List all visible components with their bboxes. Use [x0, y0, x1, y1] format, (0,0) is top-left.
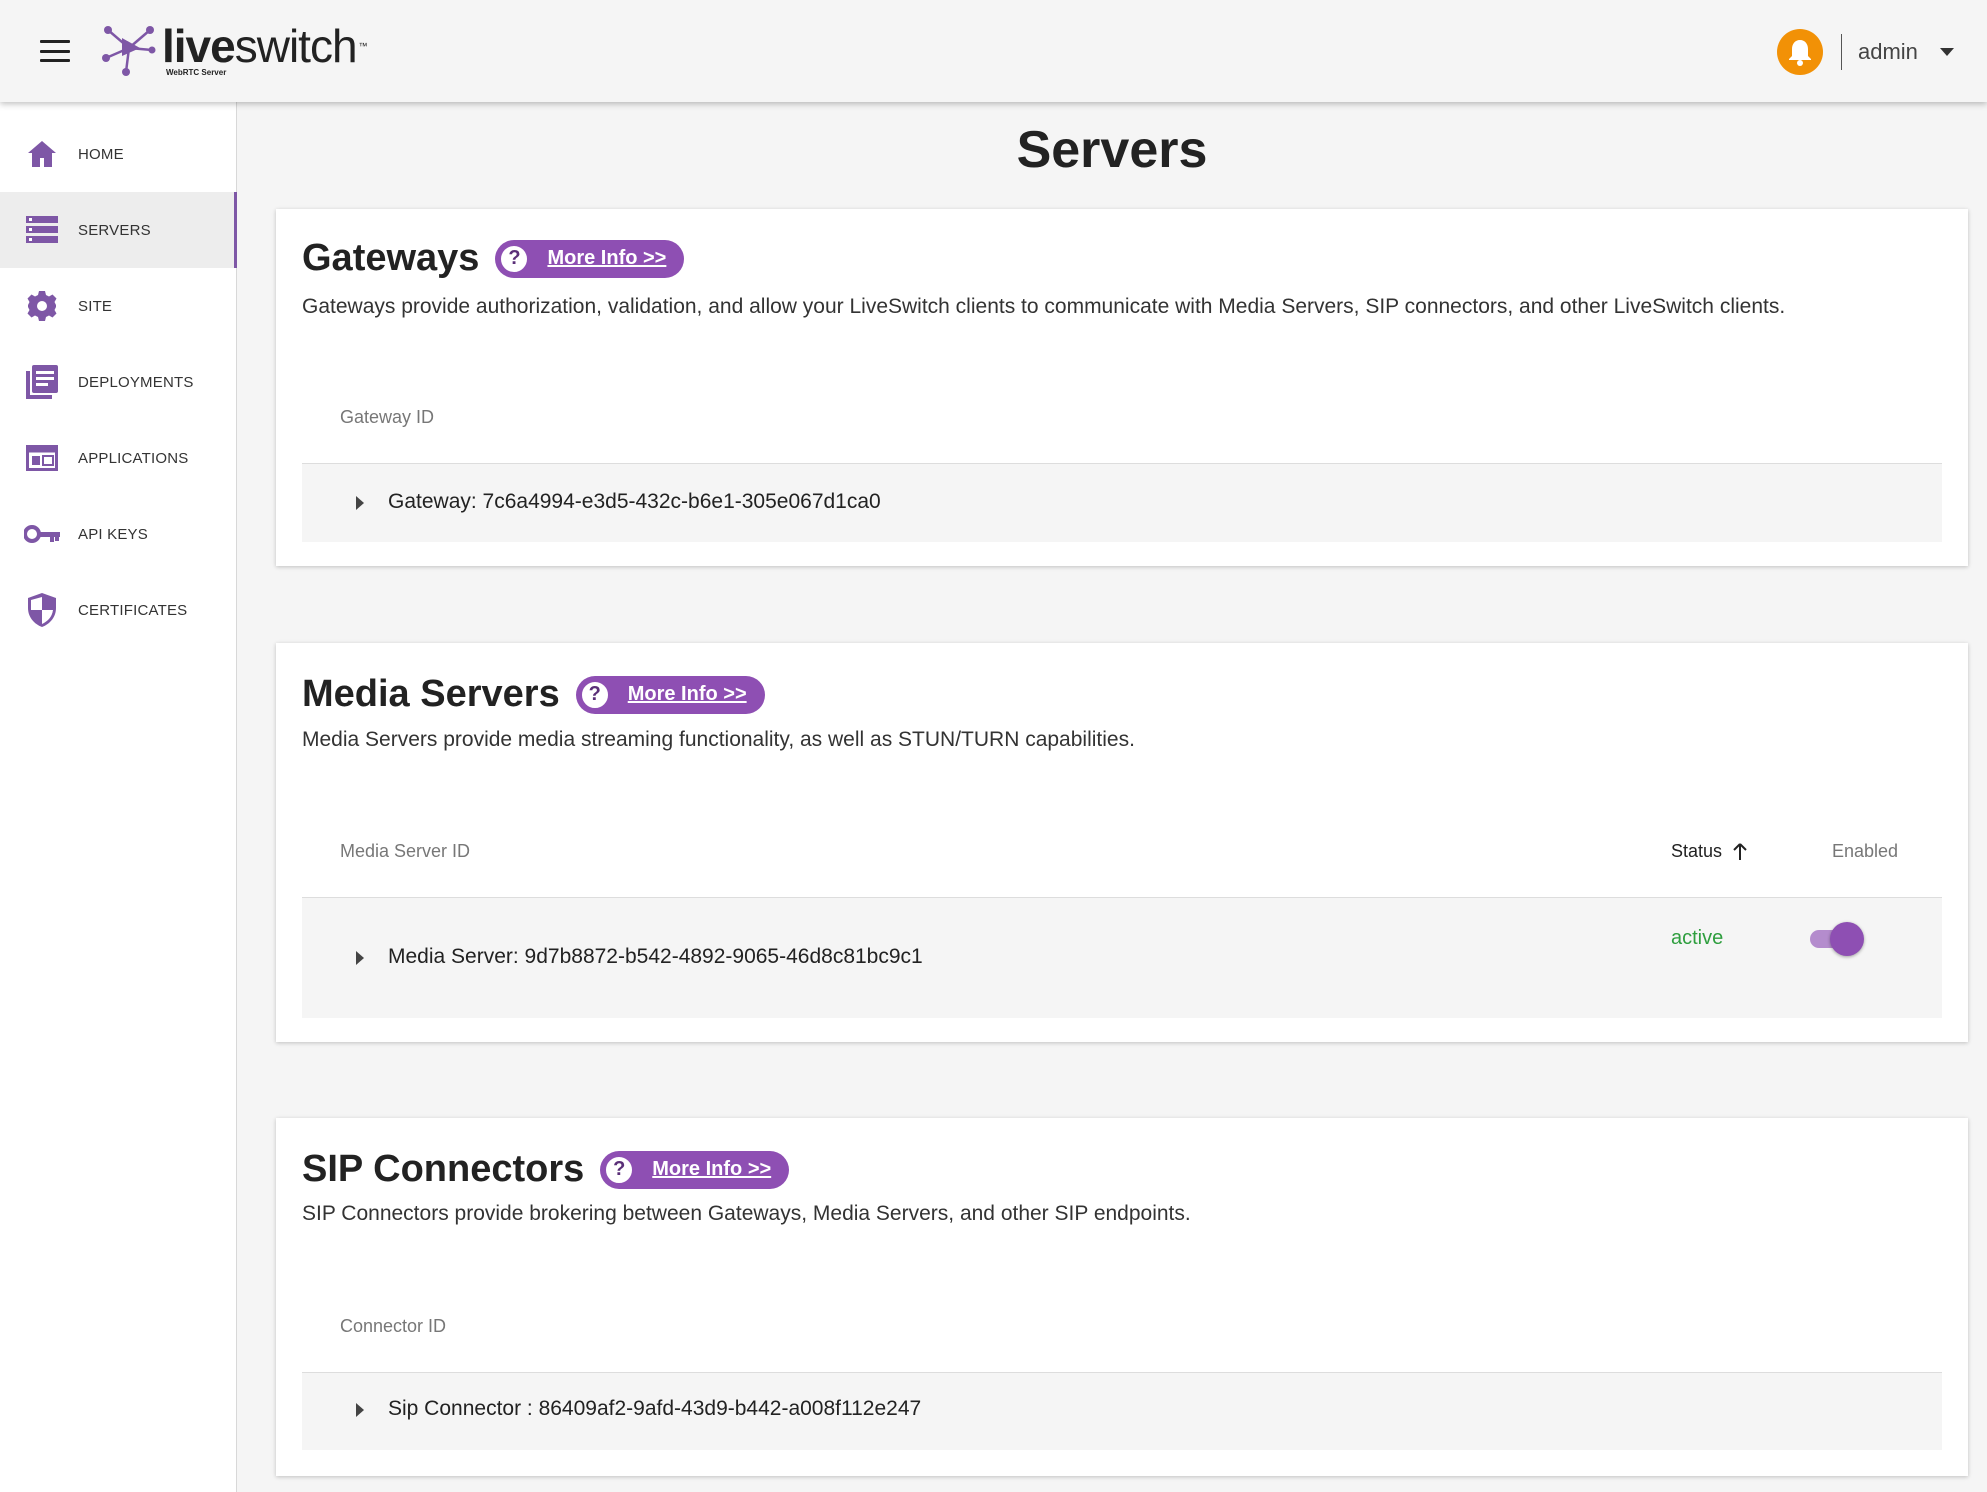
gateways-card: Gateways ? More Info >> Gateways provide…	[276, 209, 1968, 566]
enabled-column-header[interactable]: Enabled	[1832, 841, 1898, 862]
logo-wordmark: liveswitch ™	[162, 20, 368, 72]
sidebar-item-applications[interactable]: APPLICATIONS	[0, 420, 237, 496]
user-menu-dropdown-icon[interactable]	[1940, 48, 1954, 56]
connector-id-column-header[interactable]: Connector ID	[340, 1316, 446, 1337]
sidebar-item-deployments[interactable]: DEPLOYMENTS	[0, 344, 237, 420]
menu-icon[interactable]	[40, 40, 70, 62]
shield-icon	[24, 592, 60, 628]
sip-connectors-card-header: SIP Connectors ? More Info >>	[302, 1148, 790, 1191]
help-icon: ?	[499, 243, 530, 274]
status-column-header[interactable]: Status	[1671, 841, 1747, 862]
user-menu-label[interactable]: admin	[1858, 39, 1918, 65]
deployments-icon	[24, 364, 60, 400]
status-badge: active	[1671, 927, 1724, 949]
sidebar-nav: HOME SERVERS SITE DEPLOYMENTS APPLICATIO…	[0, 102, 237, 1492]
sidebar-item-api-keys[interactable]: API KEYS	[0, 496, 237, 572]
page-title: Servers	[1016, 121, 1208, 179]
liveswitch-logo[interactable]: liveswitch ™ WebRTC Server	[100, 20, 368, 80]
more-info-link: More Info >>	[547, 247, 667, 269]
sidebar-item-label: API KEYS	[78, 525, 148, 543]
app-header: liveswitch ™ WebRTC Server admin	[0, 0, 1987, 102]
sidebar-item-label: CERTIFICATES	[78, 601, 188, 619]
sidebar-item-site[interactable]: SITE	[0, 268, 237, 344]
sidebar-item-label: APPLICATIONS	[78, 449, 189, 467]
sidebar-item-label: SITE	[78, 297, 113, 315]
gateways-title: Gateways	[302, 237, 480, 279]
header-divider	[1841, 34, 1842, 70]
sidebar-item-label: SERVERS	[78, 221, 151, 239]
expand-arrow-icon[interactable]	[356, 951, 364, 965]
gateway-row[interactable]: Gateway: 7c6a4994-e3d5-432c-b6e1-305e067…	[302, 464, 1942, 542]
status-column-label: Status	[1671, 841, 1723, 861]
gateway-row-label: Gateway: 7c6a4994-e3d5-432c-b6e1-305e067…	[388, 490, 881, 513]
sip-connector-row[interactable]: Sip Connector : 86409af2-9afd-43d9-b442-…	[302, 1373, 1942, 1450]
sip-connectors-card: SIP Connectors ? More Info >> SIP Connec…	[276, 1118, 1968, 1476]
gateways-description: Gateways provide authorization, validati…	[302, 295, 1786, 318]
sort-ascending-icon	[1733, 843, 1747, 861]
enabled-toggle[interactable]	[1808, 922, 1864, 956]
more-info-link: More Info >>	[627, 683, 747, 705]
sidebar-item-servers[interactable]: SERVERS	[0, 192, 237, 268]
sip-connectors-more-info-button[interactable]: ? More Info >>	[600, 1150, 790, 1189]
logo-mark-icon	[102, 26, 156, 76]
gateway-id-column-header[interactable]: Gateway ID	[340, 407, 434, 428]
applications-icon	[24, 440, 60, 476]
media-server-row[interactable]: Media Server: 9d7b8872-b542-4892-9065-46…	[302, 898, 1942, 1018]
sidebar-item-label: HOME	[78, 145, 124, 163]
notifications-bell-icon[interactable]	[1777, 29, 1823, 75]
sip-connectors-description: SIP Connectors provide brokering between…	[302, 1202, 1191, 1225]
expand-arrow-icon[interactable]	[356, 1403, 364, 1417]
sidebar-item-label: DEPLOYMENTS	[78, 373, 194, 391]
home-icon	[24, 136, 60, 172]
expand-arrow-icon[interactable]	[356, 496, 364, 510]
help-icon: ?	[579, 679, 610, 710]
media-servers-title: Media Servers	[302, 673, 560, 715]
gateways-card-header: Gateways ? More Info >>	[302, 237, 685, 280]
gateways-more-info-button[interactable]: ? More Info >>	[495, 239, 685, 278]
media-servers-card-header: Media Servers ? More Info >>	[302, 673, 765, 716]
key-icon	[24, 516, 60, 552]
media-server-row-label: Media Server: 9d7b8872-b542-4892-9065-46…	[388, 945, 923, 968]
media-servers-card: Media Servers ? More Info >> Media Serve…	[276, 643, 1968, 1042]
help-icon: ?	[604, 1154, 635, 1185]
sip-connector-row-label: Sip Connector : 86409af2-9afd-43d9-b442-…	[388, 1397, 922, 1420]
media-server-id-column-header[interactable]: Media Server ID	[340, 841, 470, 862]
media-servers-more-info-button[interactable]: ? More Info >>	[575, 675, 765, 714]
sidebar-item-certificates[interactable]: CERTIFICATES	[0, 572, 237, 648]
toggle-knob	[1830, 922, 1864, 956]
gear-icon	[24, 288, 60, 324]
more-info-link: More Info >>	[652, 1158, 772, 1180]
sip-connectors-title: SIP Connectors	[302, 1148, 585, 1190]
sidebar-item-home[interactable]: HOME	[0, 116, 237, 192]
servers-icon	[24, 212, 60, 248]
logo-subtitle: WebRTC Server	[166, 68, 227, 77]
media-servers-description: Media Servers provide media streaming fu…	[302, 728, 1135, 751]
